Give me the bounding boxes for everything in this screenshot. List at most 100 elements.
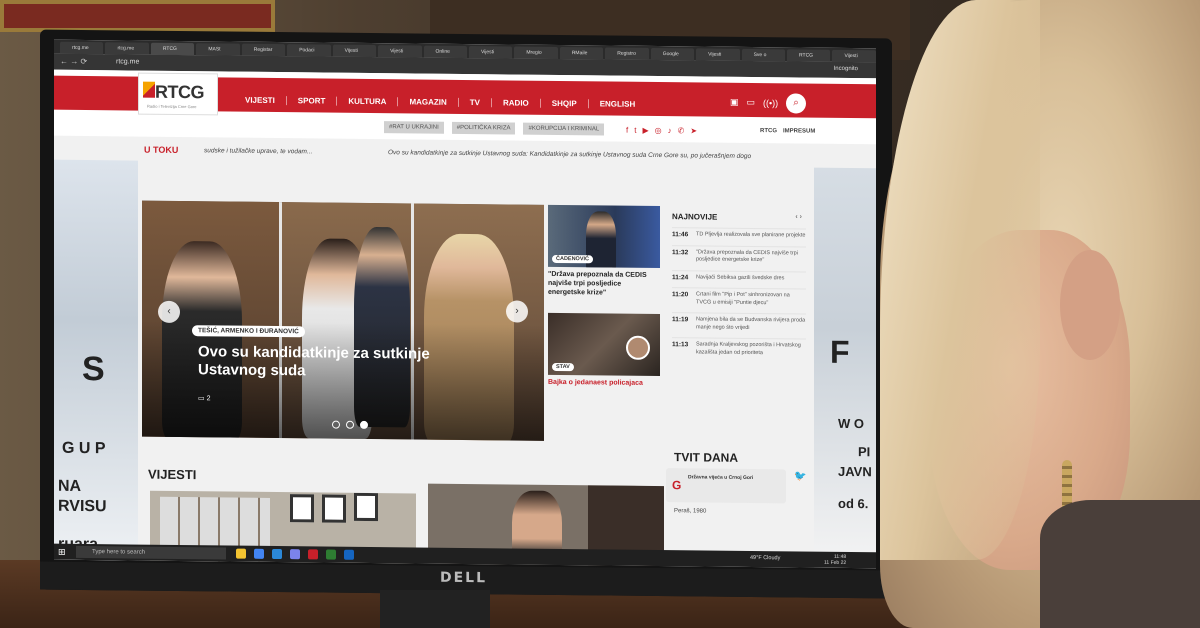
- browser-tab[interactable]: Vijesti: [332, 44, 377, 58]
- picture-frame-image: [322, 494, 346, 523]
- edge-icon[interactable]: [272, 548, 282, 560]
- latest-arrows-icon[interactable]: ‹ ›: [795, 213, 802, 220]
- tv-icon[interactable]: ▭: [747, 97, 756, 108]
- tweet-card[interactable]: G Državna vijeća u Crnoj Gori: [666, 468, 786, 504]
- browser-tab[interactable]: Google: [650, 47, 695, 61]
- viber-icon[interactable]: ✆: [678, 126, 685, 135]
- hero-title[interactable]: Ovo su kandidatkinje za sutkinje Ustavno…: [198, 343, 498, 382]
- chevron-right-icon: ›: [515, 305, 519, 317]
- browser-tab[interactable]: MASt: [196, 43, 240, 56]
- excel-icon[interactable]: [326, 549, 336, 560]
- browser-tab[interactable]: Podaci: [287, 44, 331, 57]
- hero-comments[interactable]: ▭ 2: [198, 394, 210, 402]
- browser-tab[interactable]: Vijesti: [696, 48, 740, 61]
- browser-tab[interactable]: Vijesti: [832, 49, 876, 63]
- wall-picture-frame: [0, 0, 275, 32]
- nav-arrows-icon[interactable]: ← → ⟳: [60, 57, 87, 66]
- slider-dot-active[interactable]: [360, 420, 368, 429]
- word-icon[interactable]: [344, 549, 354, 560]
- right-ad-banner[interactable]: F W O PI JAVN od 6.: [814, 167, 876, 569]
- taskbar-clock[interactable]: 11:48 11 Feb 22: [824, 554, 846, 566]
- slider-dot[interactable]: [332, 420, 340, 429]
- latest-time: 11:32: [672, 248, 689, 256]
- hashtag-rat-u-ukrajini[interactable]: #RAT U UKRAJINI: [384, 121, 444, 134]
- side-story[interactable]: STAV Bajka o jedanaest policajaca: [548, 312, 660, 388]
- browser-tab[interactable]: Mregio: [514, 46, 558, 59]
- comment-count: 2: [206, 395, 211, 403]
- story-title[interactable]: "Država prepoznala da CEDIS najviše trpi…: [548, 270, 660, 298]
- browser-tab[interactable]: Sve o: [741, 48, 785, 62]
- chrome-icon[interactable]: [254, 548, 264, 559]
- left-ad-banner[interactable]: S G U P NA RVISU ruara: [54, 159, 138, 561]
- hero-slider[interactable]: ‹ › TEŠIĆ, ARMENKO I ĐURANOVIĆ Ovo su ka…: [142, 200, 544, 441]
- ticker-text[interactable]: sudske i tužilačke uprave, te vodam...: [204, 147, 312, 155]
- side-story[interactable]: ČADENOVIĆ "Država prepoznala da CEDIS na…: [548, 204, 660, 298]
- browser-tab[interactable]: RTCG: [150, 42, 195, 56]
- hashtag-korupcija[interactable]: #KORUPCIJA I KRIMINAL: [523, 122, 605, 136]
- twitter-icon[interactable]: t: [634, 126, 636, 135]
- browser-tab[interactable]: rtcg.me: [60, 41, 104, 55]
- browser-tab[interactable]: RMaile: [559, 46, 604, 60]
- latest-item[interactable]: 11:13 Saradnja Kraljevskog pozorišta i H…: [672, 337, 806, 358]
- instagram-icon[interactable]: ◎: [655, 126, 662, 135]
- main-nav: VIJESTI SPORT KULTURA MAGAZIN TV RADIO S…: [234, 95, 647, 109]
- monitor-brand-logo: DELL: [440, 569, 488, 587]
- file-explorer-icon[interactable]: [236, 548, 246, 559]
- screen: rtcg.me rtcg.me RTCG MASt Registar Podaci Vije…: [54, 39, 876, 569]
- nav-item-magazin[interactable]: MAGAZIN: [398, 97, 459, 107]
- story-image: ČADENOVIĆ: [548, 204, 660, 269]
- ticker-text-second[interactable]: Ovo su kandidatkinje za sutkinje Ustavno…: [388, 149, 751, 160]
- logo-mark-icon: [143, 81, 155, 98]
- woman-shirt: [1040, 500, 1200, 628]
- browser-tab[interactable]: RTCG: [787, 49, 831, 62]
- browser-tab[interactable]: Registar: [241, 43, 286, 57]
- nav-item-tv[interactable]: TV: [458, 97, 492, 108]
- link-impresum[interactable]: IMPRESUM: [783, 128, 815, 134]
- browser-tab[interactable]: Registro: [605, 47, 649, 60]
- browser-tab[interactable]: rtcg.me: [105, 42, 149, 55]
- latest-time: 11:24: [672, 273, 689, 281]
- radio-icon[interactable]: ((•)): [763, 98, 778, 108]
- header-icons: ▣ ▭ ((•)): [730, 97, 778, 109]
- nav-item-english[interactable]: ENGLISH: [589, 99, 647, 109]
- youtube-icon[interactable]: ▶: [642, 126, 648, 135]
- nav-item-vijesti[interactable]: VIJESTI: [234, 95, 287, 106]
- browser-tab[interactable]: Online: [423, 45, 467, 59]
- slider-next-button[interactable]: ›: [506, 300, 528, 323]
- nav-item-radio[interactable]: RADIO: [492, 98, 541, 108]
- link-rtcg[interactable]: RTCG: [760, 128, 777, 134]
- telegram-icon[interactable]: ➤: [690, 126, 697, 135]
- latest-item[interactable]: 11:46 TD Pljevlja realizovala sve planir…: [672, 227, 806, 241]
- teams-icon[interactable]: [290, 549, 300, 560]
- latest-item[interactable]: 11:24 Navijači Sebiksa gazili švedske dr…: [672, 269, 806, 283]
- browser-profile[interactable]: Incognito: [834, 66, 858, 72]
- search-button[interactable]: ⌕: [786, 93, 806, 114]
- browser-tab[interactable]: Vijesti: [468, 46, 513, 59]
- live-icon[interactable]: ▣: [730, 97, 739, 108]
- hashtag-politicka-kriza[interactable]: #POLITIČKA KRIZA: [451, 121, 516, 135]
- clock-date: 11 Feb 22: [824, 559, 847, 566]
- app-icon[interactable]: [308, 549, 318, 560]
- browser-tab[interactable]: Vijesti: [378, 45, 422, 58]
- latest-news: NAJNOVIJE ‹ › 11:46 TD Pljevlja realizov…: [672, 212, 806, 358]
- taskbar-search-input[interactable]: Type here to search: [76, 545, 226, 560]
- facebook-icon[interactable]: f: [626, 126, 628, 135]
- taskbar-weather[interactable]: 49°F Cloudy: [750, 555, 780, 561]
- latest-item[interactable]: 11:20 Crtani film "Pip i Pot" sinhronizo…: [672, 287, 806, 308]
- slider-dot[interactable]: [346, 420, 354, 429]
- url-text[interactable]: rtcg.me: [116, 58, 139, 65]
- site-logo[interactable]: RTCG Radio i Televizija Crne Gore: [138, 72, 218, 116]
- ad-right-line: F: [830, 333, 850, 371]
- latest-item[interactable]: 11:19 Namjena bila da se Budvanska rivij…: [672, 312, 806, 333]
- section-heading-vijesti[interactable]: VIJESTI: [148, 467, 196, 483]
- picture-frame-image: [290, 494, 314, 523]
- slider-prev-button[interactable]: ‹: [158, 300, 180, 324]
- tiktok-icon[interactable]: ♪: [668, 126, 672, 135]
- latest-time: 11:46: [672, 231, 689, 239]
- story-title[interactable]: Bajka o jedanaest policajaca: [548, 378, 660, 388]
- nav-item-kultura[interactable]: KULTURA: [337, 96, 399, 107]
- nav-item-shqip[interactable]: SHQIP: [540, 98, 589, 109]
- nav-item-sport[interactable]: SPORT: [286, 96, 338, 106]
- windows-start-icon[interactable]: ⊞: [58, 547, 66, 558]
- latest-item[interactable]: 11:32 "Država prepoznala da CEDIS najviš…: [672, 244, 806, 266]
